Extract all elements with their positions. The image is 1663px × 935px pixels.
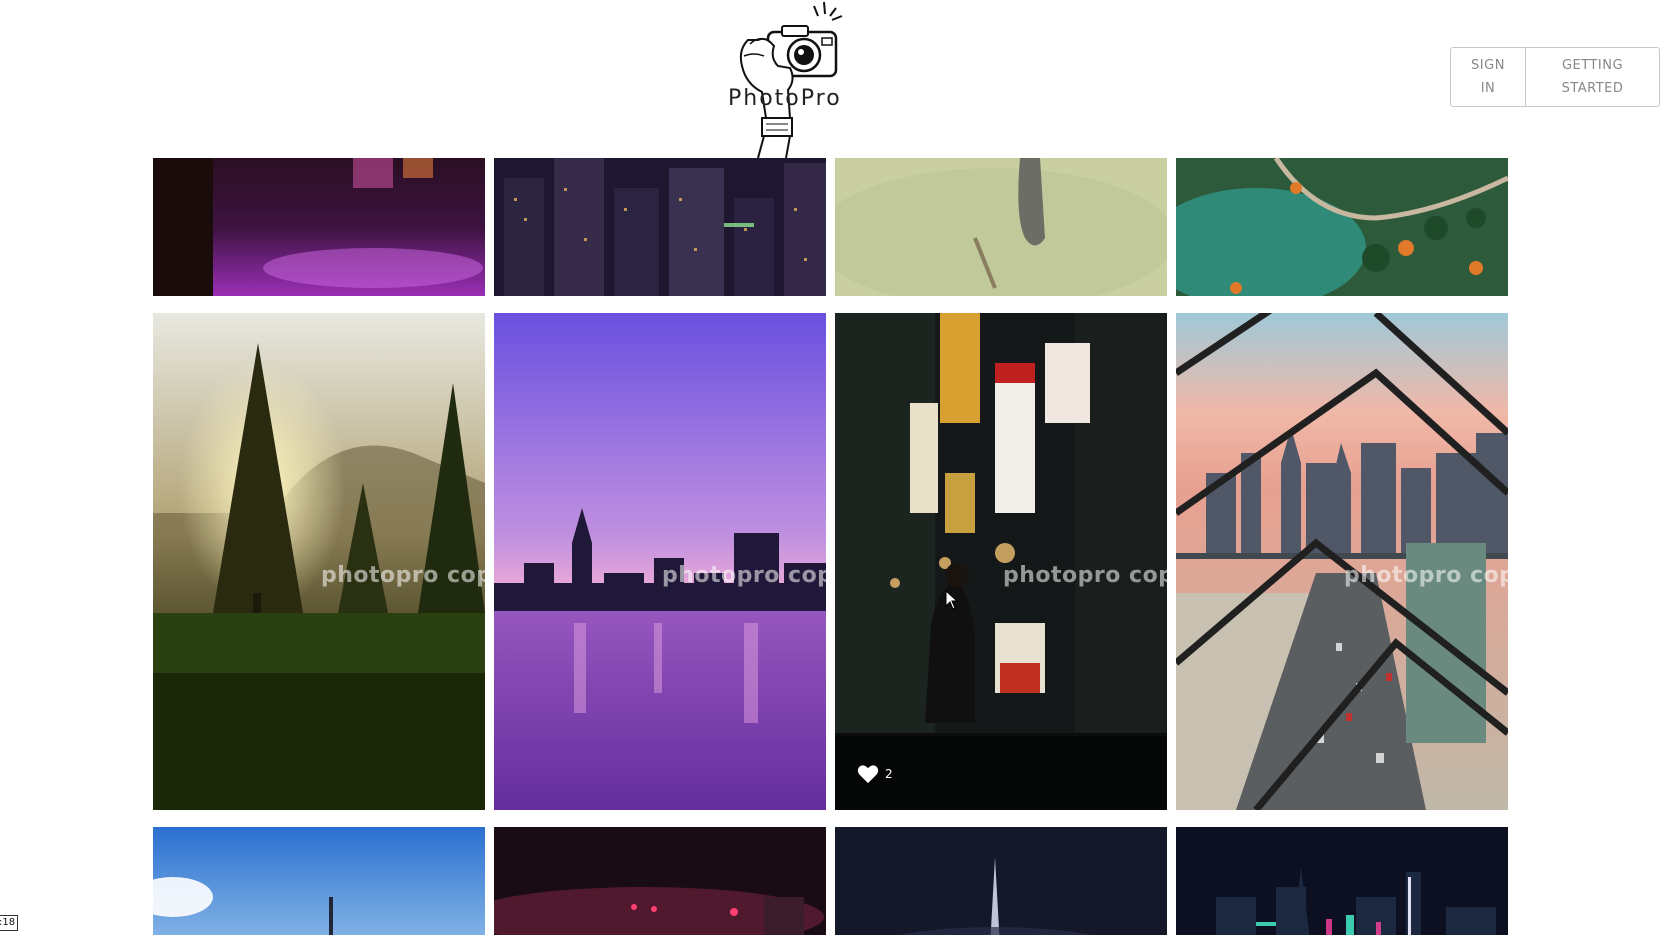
watermark-text: photopro cop (1003, 563, 1167, 588)
watermark-text: photopro cop (662, 563, 826, 588)
nyc-through-fence-photo (1176, 313, 1508, 810)
like-count: 2 (885, 767, 893, 781)
aerial-forest-photo (1176, 158, 1508, 296)
burj-night-photo (835, 827, 1167, 935)
purple-street-photo (153, 158, 485, 296)
photo-tile-night-city[interactable] (494, 158, 826, 296)
camera-hand-illustration (739, 1, 843, 158)
auth-buttons: SIGN IN GETTING STARTED (1450, 47, 1660, 107)
photo-tile-red-night[interactable] (494, 827, 826, 935)
photo-tile-hk-neon[interactable] (1176, 827, 1508, 935)
photo-tile-blue-sky-tower[interactable] (153, 827, 485, 935)
photo-tile-burj-night[interactable] (835, 827, 1167, 935)
photo-tile-aerial-forest[interactable] (1176, 158, 1508, 296)
heart-icon[interactable] (857, 764, 879, 784)
brand-name: PhotoPro (728, 86, 842, 111)
photo-tile-purple-skyline[interactable]: photopro cop (494, 313, 826, 810)
purple-skyline-photo (494, 313, 826, 810)
photo-tile-nyc-fence[interactable]: photopro cop (1176, 313, 1508, 810)
hong-kong-neon-photo (1176, 827, 1508, 935)
watermark-text: photopro cop (321, 563, 485, 588)
photopro-logo[interactable]: PhotoPro (718, 0, 868, 158)
getting-started-button[interactable]: GETTING STARTED (1526, 47, 1660, 107)
watermark-text: photopro cop (1344, 563, 1508, 588)
photo-tile-tokyo-alley[interactable]: photopro cop 2 (835, 313, 1167, 810)
forest-sunrise-photo (153, 313, 485, 810)
sign-in-button[interactable]: SIGN IN (1450, 47, 1526, 107)
photo-tile-forest-sunrise[interactable]: photopro cop (153, 313, 485, 810)
corner-badge: :18 (0, 915, 19, 931)
blue-sky-tower-photo (153, 827, 485, 935)
photo-tile-elephant[interactable] (835, 158, 1167, 296)
like-counter[interactable]: 2 (857, 764, 893, 784)
elephant-trunk-photo (835, 158, 1167, 296)
mouse-cursor-icon (945, 590, 959, 610)
photo-hover-overlay: 2 (835, 736, 1167, 810)
photo-tile-purple-street[interactable] (153, 158, 485, 296)
red-night-city-photo (494, 827, 826, 935)
night-city-photo (494, 158, 826, 296)
page: PhotoPro SIGN IN GETTING STARTED photopr… (0, 0, 1663, 935)
